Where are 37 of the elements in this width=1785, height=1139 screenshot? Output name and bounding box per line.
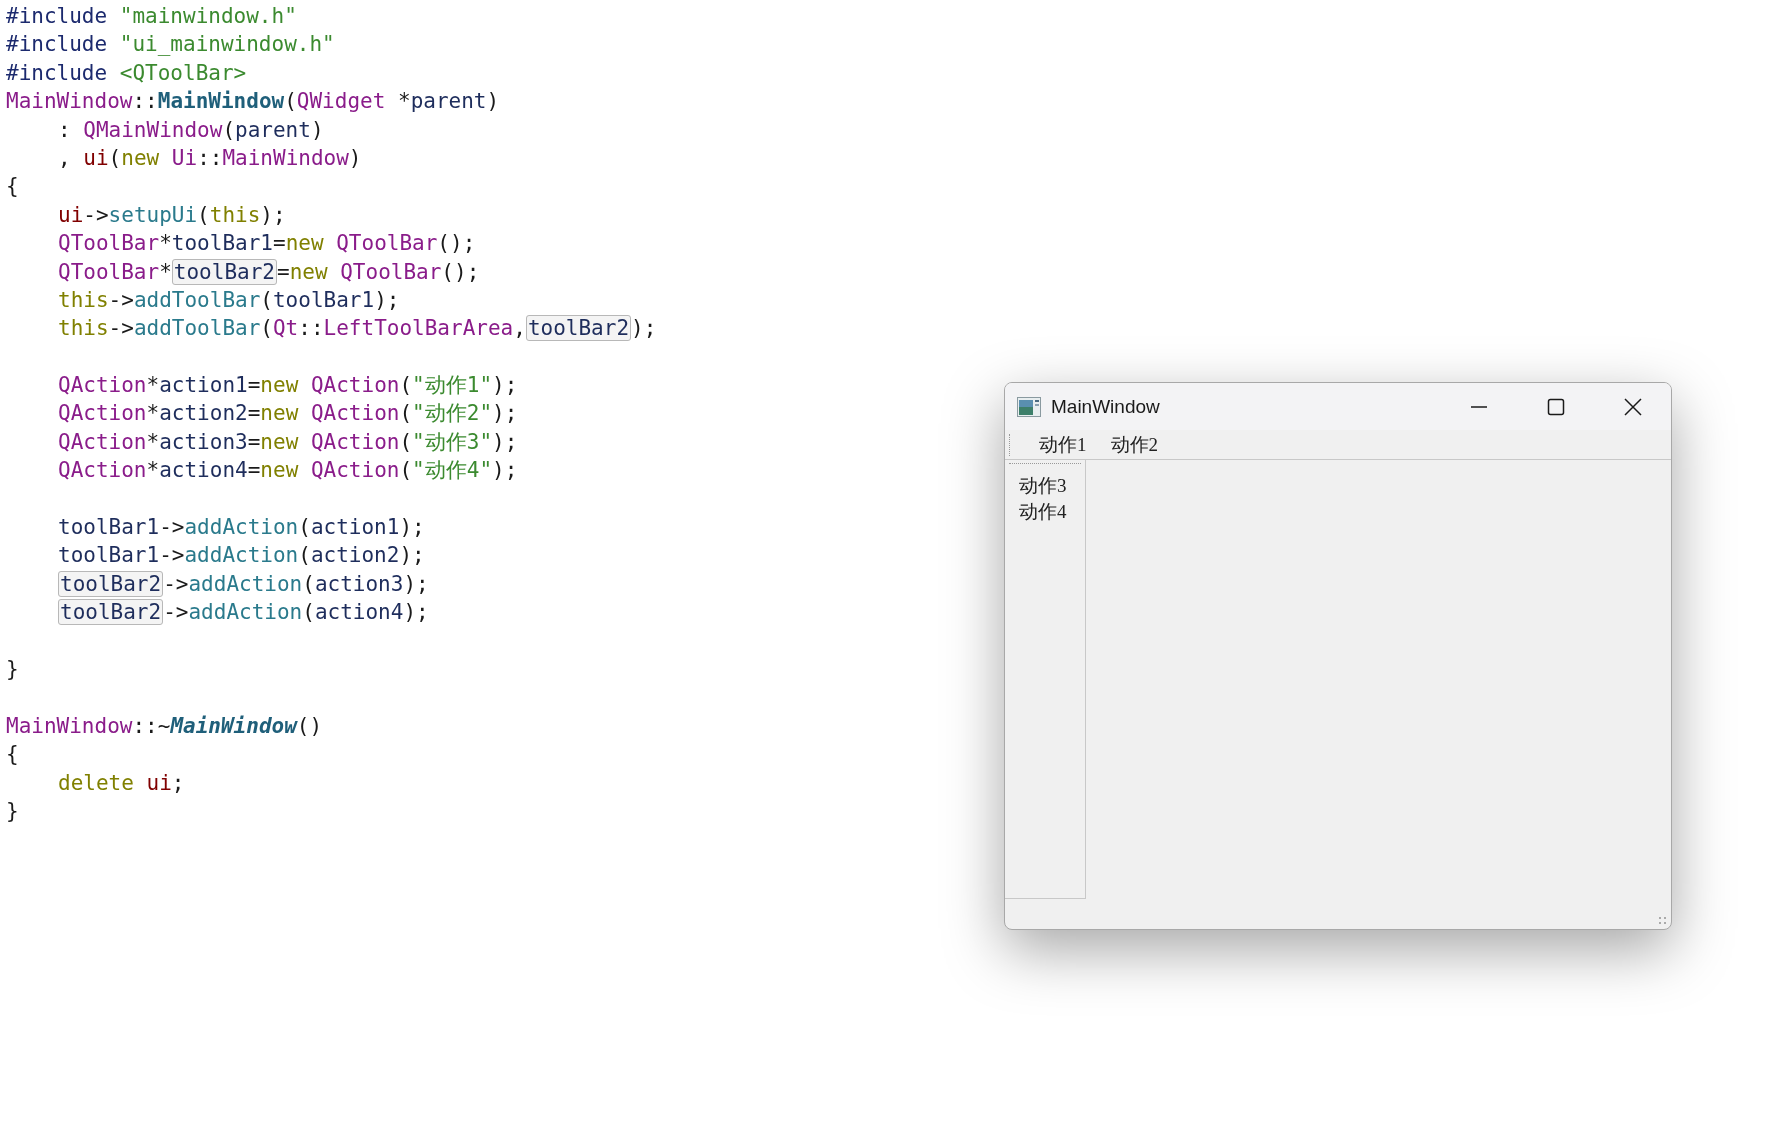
code-line: QAction*action3=new QAction("动作3"); — [58, 428, 518, 456]
code-line: toolBar1->addAction(action1); — [58, 514, 425, 542]
code-line: MainWindow::MainWindow(QWidget *parent) — [6, 88, 500, 116]
code-line: : QMainWindow(parent) — [58, 116, 324, 144]
code-line: QAction*action2=new QAction("动作2"); — [58, 400, 518, 428]
code-line: this->addToolBar(toolBar1); — [58, 286, 400, 314]
code-line: QToolBar*toolBar1=new QToolBar(); — [58, 230, 476, 258]
code-line: } — [6, 797, 19, 825]
code-line: QAction*action1=new QAction("动作1"); — [58, 372, 518, 400]
toolbar-action[interactable]: 动作2 — [1098, 429, 1170, 460]
code-line: { — [6, 173, 19, 201]
code-line: QToolBar*toolBar2=new QToolBar(); — [58, 257, 480, 286]
toolbar-handle[interactable] — [1009, 463, 1081, 465]
toolbar-action[interactable]: 动作1 — [1027, 429, 1099, 460]
close-icon — [1623, 397, 1642, 416]
minimize-icon — [1469, 405, 1488, 408]
code-line: MainWindow::~MainWindow() — [6, 712, 323, 740]
code-line: { — [6, 741, 19, 769]
code-line: #include <QToolBar> — [6, 59, 247, 87]
code-line: #include "mainwindow.h" — [6, 3, 297, 30]
window-title: MainWindow — [1051, 395, 1160, 418]
code-line: toolBar1->addAction(action2); — [58, 542, 425, 570]
code-line: toolBar2->addAction(action3); — [58, 569, 429, 599]
code-line: #include "ui_mainwindow.h" — [6, 31, 335, 59]
code-line: this->addToolBar(Qt::LeftToolBarArea,toolBar2); — [58, 314, 657, 343]
code-line: QAction*action4=new QAction("动作4"); — [58, 457, 518, 485]
code-line: ui->setupUi(this); — [58, 201, 286, 229]
code-line: delete ui; — [58, 769, 185, 797]
toolbar-action[interactable]: 动作4 — [1005, 499, 1067, 525]
maximize-icon — [1546, 397, 1565, 416]
window-icon — [1017, 396, 1041, 417]
code-line: , ui(new Ui::MainWindow) — [58, 144, 362, 172]
resize-grip-icon[interactable] — [1659, 917, 1667, 925]
toolbar-handle[interactable] — [1009, 433, 1011, 456]
code-line: } — [6, 656, 19, 683]
code-line: toolBar2->addAction(action4); — [58, 598, 429, 627]
toolbar-action[interactable]: 动作3 — [1005, 473, 1067, 499]
